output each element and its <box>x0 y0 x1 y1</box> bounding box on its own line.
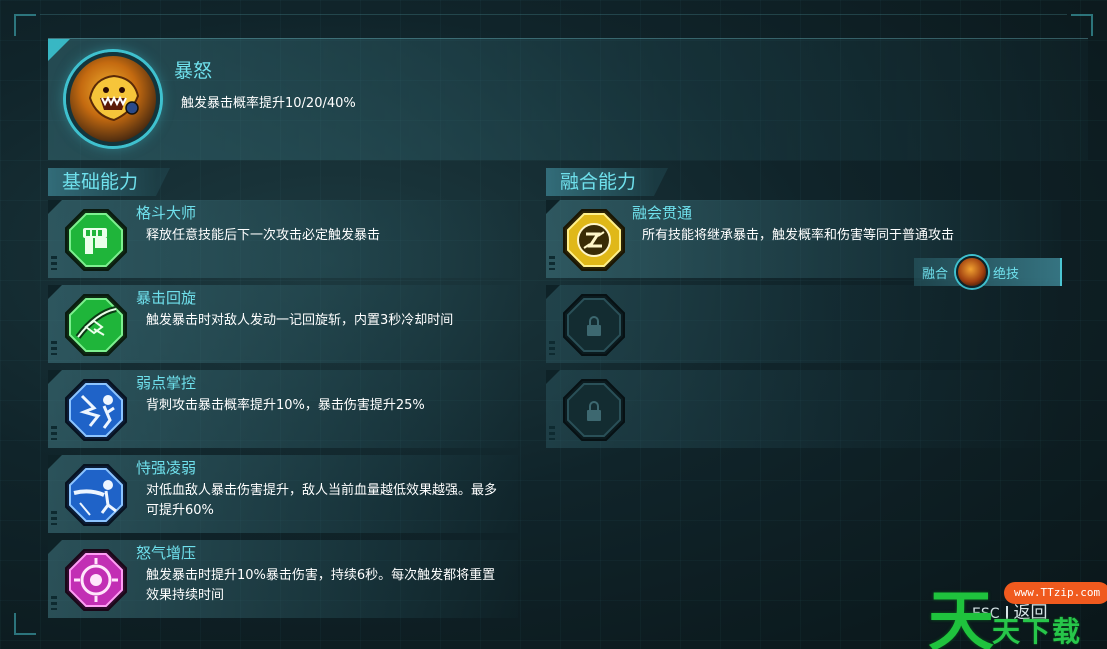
rage-core-icon <box>64 548 128 612</box>
backstab-icon <box>64 378 128 442</box>
section-basic-abilities: 基础能力 <box>48 168 170 196</box>
main-skill-title: 暴怒 <box>174 60 213 82</box>
skill-card-locked-2[interactable] <box>546 370 1061 448</box>
skill-description: 背刺攻击暴击概率提升10%，暴击伤害提升25% <box>146 398 425 413</box>
fusion-tag-prefix: 融合 <box>922 267 949 282</box>
fist-icon <box>64 208 128 272</box>
lock-icon <box>562 293 626 357</box>
skill-description: 释放任意技能后下一次攻击必定触发暴击 <box>146 228 381 243</box>
rage-beast-icon <box>66 52 160 146</box>
card-ticks <box>51 256 57 270</box>
card-ticks <box>549 256 555 270</box>
skill-card-weakpoint-control[interactable]: 弱点掌控 背刺攻击暴击概率提升10%，暴击伤害提升25% <box>48 370 518 448</box>
skill-title: 格斗大师 <box>136 204 197 222</box>
frame-corner-top-right <box>1071 14 1093 36</box>
ultimate-skill-icon <box>956 256 988 288</box>
skill-title: 怒气增压 <box>136 544 197 562</box>
card-ticks <box>51 426 57 440</box>
skill-description: 对低血敌人暴击伤害提升，敌人当前血量越低效果越强。最多可提升60% <box>146 483 498 518</box>
skill-title: 暴击回旋 <box>136 289 197 307</box>
watermark-logo-char: 天 <box>928 582 994 649</box>
frame-corner-bottom-left <box>14 613 36 635</box>
blade-strike-icon <box>64 463 128 527</box>
skill-title: 融会贯通 <box>632 204 693 222</box>
card-ticks <box>549 426 555 440</box>
fusion-ultimate-tag[interactable]: 融合 绝技 <box>914 256 1062 288</box>
spin-slash-icon <box>64 293 128 357</box>
skill-description: 触发暴击时提升10%暴击伤害，持续6秒。每次触发都将重置效果持续时间 <box>146 568 496 603</box>
watermark-text: 天下载 <box>992 615 1083 648</box>
skill-card-rage-boost[interactable]: 怒气增压 触发暴击时提升10%暴击伤害，持续6秒。每次触发都将重置效果持续时间 <box>48 540 518 618</box>
fusion-tag-suffix: 绝技 <box>993 267 1020 282</box>
skill-title: 恃强凌弱 <box>136 459 197 477</box>
main-skill-description: 触发暴击概率提升10/20/40% <box>181 96 356 111</box>
watermark-url: www.TTzip.com <box>1004 582 1107 604</box>
skill-card-bully-weak[interactable]: 恃强凌弱 对低血敌人暴击伤害提升，敌人当前血量越低效果越强。最多可提升60% <box>48 455 518 533</box>
fusion-swirl-icon <box>562 208 626 272</box>
site-watermark: 天 www.TTzip.com 天下载 <box>928 572 1107 649</box>
frame-top-line <box>40 14 1067 15</box>
skill-card-crit-spin[interactable]: 暴击回旋 触发暴击时对敌人发动一记回旋斩，内置3秒冷却时间 <box>48 285 518 363</box>
section-fusion-abilities: 融合能力 <box>546 168 668 196</box>
card-ticks <box>51 511 57 525</box>
skill-card-locked-1[interactable] <box>546 285 1061 363</box>
frame-corner-top-left <box>14 14 36 36</box>
lock-icon <box>562 378 626 442</box>
skill-title: 弱点掌控 <box>136 374 197 392</box>
skill-card-fighting-master[interactable]: 格斗大师 释放任意技能后下一次攻击必定触发暴击 <box>48 200 518 278</box>
skill-description: 触发暴击时对敌人发动一记回旋斩，内置3秒冷却时间 <box>146 313 454 328</box>
card-ticks <box>549 341 555 355</box>
skill-description: 所有技能将继承暴击，触发概率和伤害等同于普通攻击 <box>642 228 955 243</box>
card-ticks <box>51 341 57 355</box>
card-ticks <box>51 596 57 610</box>
